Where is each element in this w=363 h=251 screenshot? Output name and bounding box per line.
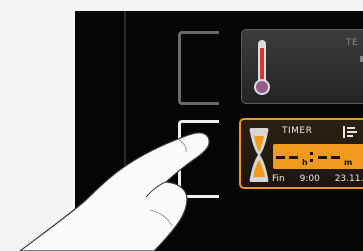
pointing-hand-illustration: [19, 132, 210, 251]
